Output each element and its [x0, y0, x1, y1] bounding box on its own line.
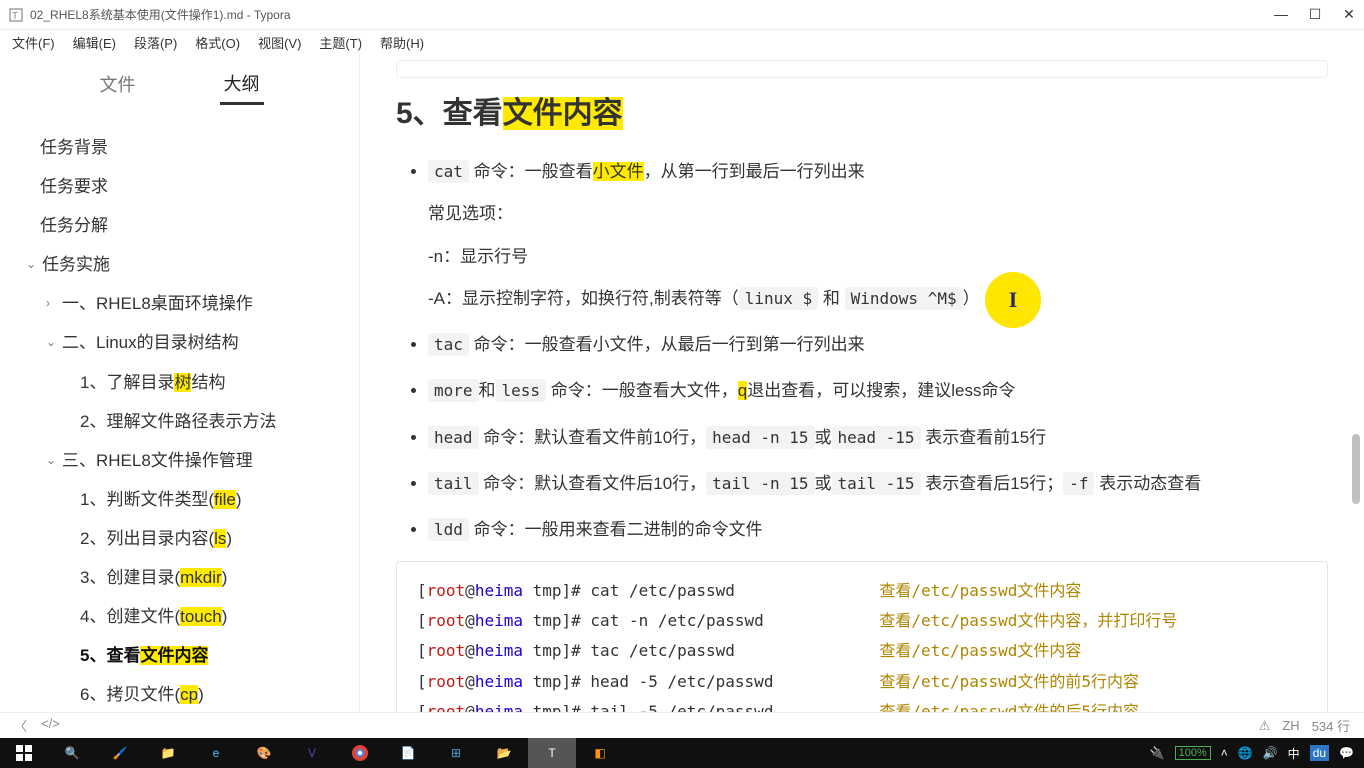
code-line: [root@heima tmp]# cat -n /etc/passwd 查看/…: [417, 606, 1307, 636]
network-icon[interactable]: 🌐: [1238, 746, 1253, 760]
taskbar-typora[interactable]: T: [528, 738, 576, 768]
status-bar: 〈 </> ⚠ ZH 534 行: [0, 712, 1364, 738]
menu-file[interactable]: 文件(F): [6, 31, 61, 54]
line-count: 534 行: [1312, 716, 1350, 735]
code-block-fragment: [396, 60, 1328, 78]
outline-item[interactable]: 2、列出目录内容(ls): [20, 519, 347, 558]
code-less: less: [496, 379, 547, 402]
svg-text:T: T: [12, 11, 18, 22]
tray-chevron-icon[interactable]: ˄: [1221, 746, 1228, 760]
outline-item[interactable]: 2、理解文件路径表示方法: [20, 402, 347, 441]
menu-paragraph[interactable]: 段落(P): [128, 31, 183, 54]
taskbar-app[interactable]: ⊞: [432, 738, 480, 768]
list-item: cat 命令：一般查看小文件，从第一行到最后一行列出来 常见选项： -n：显示行…: [428, 156, 1336, 315]
menu-format[interactable]: 格式(O): [189, 31, 246, 54]
outline-item[interactable]: 任务要求: [20, 167, 347, 206]
taskbar-app[interactable]: 📁: [144, 738, 192, 768]
app-icon: T: [8, 7, 24, 23]
code-tac: tac: [428, 333, 469, 356]
volume-icon[interactable]: 🔊: [1263, 746, 1278, 760]
outline-item-active[interactable]: 5、查看文件内容: [20, 636, 347, 675]
outline-item[interactable]: 1、判断文件类型(file): [20, 480, 347, 519]
list-item: tac 命令：一般查看小文件，从最后一行到第一行列出来: [428, 329, 1336, 361]
maximize-button[interactable]: ☐: [1308, 6, 1322, 23]
main-area: 文件 大纲 任务背景 任务要求 任务分解 ⌄任务实施 ›一、RHEL8桌面环境操…: [0, 54, 1364, 712]
outline-item[interactable]: 6、拷贝文件(cp): [20, 675, 347, 712]
code-line: [root@heima tmp]# cat /etc/passwd 查看/etc…: [417, 576, 1307, 606]
tab-files[interactable]: 文件: [96, 65, 140, 103]
taskbar-app[interactable]: 🎨: [240, 738, 288, 768]
sidebar: 文件 大纲 任务背景 任务要求 任务分解 ⌄任务实施 ›一、RHEL8桌面环境操…: [0, 54, 360, 712]
taskbar-app[interactable]: ◧: [576, 738, 624, 768]
heading: 5、查看文件内容: [396, 88, 1336, 132]
search-icon[interactable]: 🔍: [48, 738, 96, 768]
taskbar-chrome[interactable]: [336, 738, 384, 768]
list-item: head 命令：默认查看文件前10行，head -n 15或head -15 表…: [428, 422, 1336, 454]
outline-item[interactable]: ⌄三、RHEL8文件操作管理: [20, 441, 347, 480]
menu-help[interactable]: 帮助(H): [374, 31, 430, 54]
code-line: [root@heima tmp]# head -5 /etc/passwd 查看…: [417, 667, 1307, 697]
code-tail: tail: [428, 472, 479, 495]
window-title: 02_RHEL8系统基本使用(文件操作1).md - Typora: [30, 6, 1274, 23]
taskbar-app[interactable]: V: [288, 738, 336, 768]
taskbar[interactable]: 🔍 🖌️ 📁 e 🎨 V 📄 ⊞ 📂 T ◧ 🔌 100% ˄ 🌐 🔊 中 du…: [0, 738, 1364, 768]
back-button[interactable]: 〈: [14, 716, 27, 735]
chevron-right-icon: ›: [46, 290, 62, 318]
plug-icon: 🔌: [1150, 746, 1165, 760]
taskbar-app[interactable]: 🖌️: [96, 738, 144, 768]
menu-theme[interactable]: 主题(T): [313, 31, 368, 54]
ime-indicator2[interactable]: du: [1310, 745, 1329, 761]
notifications-icon[interactable]: 💬: [1339, 746, 1354, 760]
taskbar-app[interactable]: 📂: [480, 738, 528, 768]
title-bar: T 02_RHEL8系统基本使用(文件操作1).md - Typora — ☐ …: [0, 0, 1364, 30]
chevron-down-icon: ⌄: [26, 251, 42, 279]
system-tray[interactable]: 🔌 100% ˄ 🌐 🔊 中 du 💬: [1150, 745, 1364, 762]
scrollbar-thumb[interactable]: [1352, 434, 1360, 504]
outline-item[interactable]: ›一、RHEL8桌面环境操作: [20, 284, 347, 323]
tab-outline[interactable]: 大纲: [220, 64, 264, 105]
battery-indicator[interactable]: 100%: [1175, 746, 1211, 760]
outline-item[interactable]: 任务背景: [20, 128, 347, 167]
source-toggle[interactable]: </>: [41, 716, 60, 735]
ime-indicator[interactable]: 中: [1288, 745, 1300, 762]
list-item: tail 命令：默认查看文件后10行，tail -n 15或tail -15 表…: [428, 468, 1336, 500]
chevron-down-icon: ⌄: [46, 329, 62, 357]
outline-item[interactable]: 任务分解: [20, 206, 347, 245]
list-item: more和less 命令：一般查看大文件，q退出查看，可以搜索，建议less命令: [428, 375, 1336, 407]
outline-item[interactable]: 3、创建目录(mkdir): [20, 558, 347, 597]
warning-icon[interactable]: ⚠: [1259, 718, 1271, 734]
code-line: [root@heima tmp]# tail -5 /etc/passwd 查看…: [417, 697, 1307, 712]
outline-item[interactable]: ⌄二、Linux的目录树结构: [20, 323, 347, 362]
menu-bar: 文件(F) 编辑(E) 段落(P) 格式(O) 视图(V) 主题(T) 帮助(H…: [0, 30, 1364, 54]
window-controls: — ☐ ✕: [1274, 6, 1356, 23]
outline-item[interactable]: ⌄任务实施: [20, 245, 347, 284]
close-button[interactable]: ✕: [1342, 6, 1356, 23]
code-line: [root@heima tmp]# tac /etc/passwd 查看/etc…: [417, 636, 1307, 666]
list-item: ldd 命令：一般用来查看二进制的命令文件: [428, 514, 1336, 546]
chevron-down-icon: ⌄: [46, 447, 62, 475]
outline-item[interactable]: 1、了解目录树结构: [20, 363, 347, 402]
code-block: [root@heima tmp]# cat /etc/passwd 查看/etc…: [396, 561, 1328, 712]
taskbar-edge[interactable]: e: [192, 738, 240, 768]
outline-list[interactable]: 任务背景 任务要求 任务分解 ⌄任务实施 ›一、RHEL8桌面环境操作 ⌄二、L…: [0, 114, 359, 712]
minimize-button[interactable]: —: [1274, 6, 1288, 23]
bullet-list: cat 命令：一般查看小文件，从第一行到最后一行列出来 常见选项： -n：显示行…: [388, 156, 1336, 547]
cursor-highlight-icon: I: [985, 272, 1041, 328]
code-cat: cat: [428, 160, 469, 183]
menu-edit[interactable]: 编辑(E): [67, 31, 122, 54]
start-button[interactable]: [0, 738, 48, 768]
menu-view[interactable]: 视图(V): [252, 31, 307, 54]
code-ldd: ldd: [428, 518, 469, 541]
code-more: more: [428, 379, 479, 402]
lang-indicator[interactable]: ZH: [1282, 718, 1299, 733]
sidebar-tabs: 文件 大纲: [0, 54, 359, 114]
editor-content[interactable]: I 5、查看文件内容 cat 命令：一般查看小文件，从第一行到最后一行列出来 常…: [360, 54, 1364, 712]
code-head: head: [428, 426, 479, 449]
outline-item[interactable]: 4、创建文件(touch): [20, 597, 347, 636]
taskbar-app[interactable]: 📄: [384, 738, 432, 768]
